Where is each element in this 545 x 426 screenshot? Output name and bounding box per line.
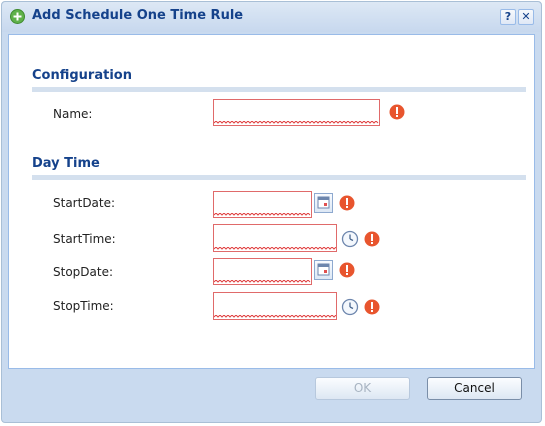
help-button[interactable]: ? — [500, 9, 516, 25]
start-time-input[interactable] — [213, 224, 337, 252]
dialog-titlebar[interactable]: Add Schedule One Time Rule ? ✕ — [2, 2, 541, 32]
start-date-label: StartDate: — [53, 196, 116, 210]
cancel-button[interactable]: Cancel — [427, 377, 522, 400]
error-exclamation-icon — [364, 231, 380, 247]
section-title-day-time: Day Time — [32, 156, 100, 171]
close-button[interactable]: ✕ — [518, 9, 534, 25]
start-date-input[interactable] — [213, 191, 312, 218]
stop-time-label: StopTime: — [53, 299, 114, 313]
section-divider — [32, 87, 526, 92]
section-divider — [32, 175, 526, 180]
start-date-picker-button[interactable] — [314, 193, 333, 213]
stop-date-label: StopDate: — [53, 265, 114, 279]
ok-button[interactable]: OK — [315, 377, 410, 400]
calendar-icon — [317, 263, 330, 276]
error-exclamation-icon — [364, 299, 380, 315]
start-time-label: StartTime: — [53, 232, 116, 246]
error-exclamation-icon — [339, 195, 355, 211]
dialog-content: Configuration Name: Day Time StartDate: — [8, 34, 535, 369]
name-label: Name: — [53, 107, 93, 121]
stop-date-input[interactable] — [213, 258, 312, 285]
add-schedule-dialog: Add Schedule One Time Rule ? ✕ Configura… — [1, 1, 542, 423]
dialog-title: Add Schedule One Time Rule — [32, 8, 244, 23]
clock-icon[interactable] — [340, 297, 360, 317]
stop-date-picker-button[interactable] — [314, 260, 333, 280]
add-circle-icon — [10, 9, 25, 24]
stop-time-input[interactable] — [213, 292, 337, 320]
calendar-icon — [317, 196, 330, 209]
clock-icon[interactable] — [340, 229, 360, 249]
error-exclamation-icon — [339, 262, 355, 278]
section-title-configuration: Configuration — [32, 68, 132, 83]
name-input[interactable] — [213, 99, 380, 126]
error-exclamation-icon — [389, 104, 405, 120]
